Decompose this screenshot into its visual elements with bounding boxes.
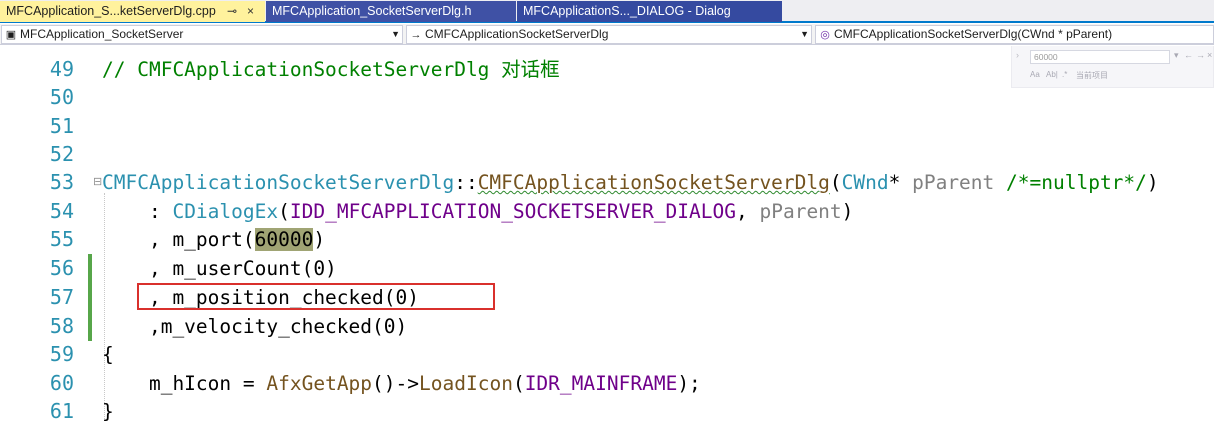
tab-label: MFCApplication_SocketServerDlg.h <box>272 4 472 18</box>
open-brace: { <box>102 343 114 366</box>
scope-label: CMFCApplicationSocketServerDlg <box>425 27 609 41</box>
method-icon: ◎ <box>820 29 830 41</box>
member-initializer: , m_userCount(0) <box>102 257 337 280</box>
code-line: 52 <box>0 140 1214 169</box>
tab-label: MFCApplication_S...ketServerDlg.cpp <box>6 4 216 18</box>
match-case-option[interactable]: Aa <box>1030 70 1040 79</box>
scope-dropdown[interactable]: → CMFCApplicationSocketServerDlg ▼ <box>406 25 812 44</box>
code-line: 60 m_hIcon = AfxGetApp()->LoadIcon(IDR_M… <box>0 369 1214 398</box>
code-line: 54 : CDialogEx(IDD_MFCAPPLICATION_SOCKET… <box>0 197 1214 226</box>
whole-word-option[interactable]: Ab| <box>1046 70 1058 79</box>
line-number: 54 <box>49 199 74 223</box>
code-line: 53 CMFCApplicationSocketServerDlg::CMFCA… <box>0 168 1214 197</box>
previous-icon[interactable]: ← <box>1184 50 1193 60</box>
find-widget: › 60000 ▾ ← → × Aa Ab| .* 当前项目 <box>1011 46 1214 88</box>
find-input[interactable]: 60000 <box>1030 50 1170 64</box>
tab-serverdlg-cpp[interactable]: MFCApplication_S...ketServerDlg.cpp ⊸ × <box>0 1 265 22</box>
line-number: 57 <box>49 285 74 309</box>
member-label: CMFCApplicationSocketServerDlg(CWnd * pP… <box>834 27 1113 41</box>
regex-option[interactable]: .* <box>1062 70 1067 79</box>
close-icon[interactable]: × <box>247 1 254 22</box>
next-icon[interactable]: → <box>1196 50 1205 60</box>
line-number: 49 <box>49 57 74 81</box>
line-number: 53 <box>49 170 74 194</box>
code-line: 51 <box>0 112 1214 141</box>
navigation-bar: ▣ MFCApplication_SocketServer ▼ → CMFCAppl… <box>0 24 1214 45</box>
base-initializer: : CDialogEx(IDD_MFCAPPLICATION_SOCKETSER… <box>102 200 854 223</box>
line-number: 60 <box>49 371 74 395</box>
chevron-down-icon: ▼ <box>391 29 400 39</box>
member-initializer: , m_port(60000) <box>102 228 326 251</box>
dropdown-icon[interactable]: ▾ <box>1174 50 1179 61</box>
close-icon[interactable]: × <box>1207 50 1212 60</box>
code-line: 61 } <box>0 397 1214 426</box>
code-line: 58 ,m_velocity_checked(0) <box>0 312 1214 341</box>
code-editor[interactable]: ⊟ 49 // CMFCApplicationSocketServerDlg 对… <box>0 46 1214 431</box>
statement: m_hIcon = AfxGetApp()->LoadIcon(IDR_MAIN… <box>102 372 701 395</box>
highlight-annotation-box <box>137 283 495 310</box>
project-icon: ▣ <box>5 29 17 41</box>
line-number: 50 <box>49 85 74 109</box>
line-number: 52 <box>49 142 74 166</box>
member-initializer: ,m_velocity_checked(0) <box>102 315 408 338</box>
project-label: MFCApplication_SocketServer <box>20 27 184 41</box>
search-scope-option[interactable]: 当前项目 <box>1076 70 1108 81</box>
code-line: 56 , m_userCount(0) <box>0 254 1214 283</box>
code-line: 55 , m_port(60000) <box>0 225 1214 254</box>
expand-icon[interactable]: › <box>1016 50 1019 60</box>
line-number: 59 <box>49 342 74 366</box>
line-number: 61 <box>49 399 74 423</box>
line-number: 58 <box>49 314 74 338</box>
project-dropdown[interactable]: ▣ MFCApplication_SocketServer ▼ <box>1 25 403 44</box>
line-number: 56 <box>49 256 74 280</box>
document-tab-strip: MFCApplication_S...ketServerDlg.cpp ⊸ × … <box>0 0 1214 23</box>
line-number: 51 <box>49 114 74 138</box>
arrow-right-icon: → <box>410 29 422 41</box>
chevron-down-icon: ▼ <box>800 29 809 39</box>
line-number: 55 <box>49 227 74 251</box>
comment-text: // CMFCApplicationSocketServerDlg 对话框 <box>102 58 560 81</box>
pin-icon[interactable]: ⊸ <box>227 1 237 22</box>
close-brace: } <box>102 400 114 423</box>
search-match-highlight: 60000 <box>254 228 314 251</box>
constructor-signature: CMFCApplicationSocketServerDlg::CMFCAppl… <box>102 171 1159 194</box>
tab-label: MFCApplicationS..._DIALOG - Dialog <box>523 4 731 18</box>
tab-dialog-resource[interactable]: MFCApplicationS..._DIALOG - Dialog <box>517 1 782 22</box>
member-dropdown[interactable]: ◎ CMFCApplicationSocketServerDlg(CWnd * p… <box>815 25 1214 44</box>
code-line: 59 { <box>0 340 1214 369</box>
tab-serverdlg-h[interactable]: MFCApplication_SocketServerDlg.h <box>266 1 516 22</box>
